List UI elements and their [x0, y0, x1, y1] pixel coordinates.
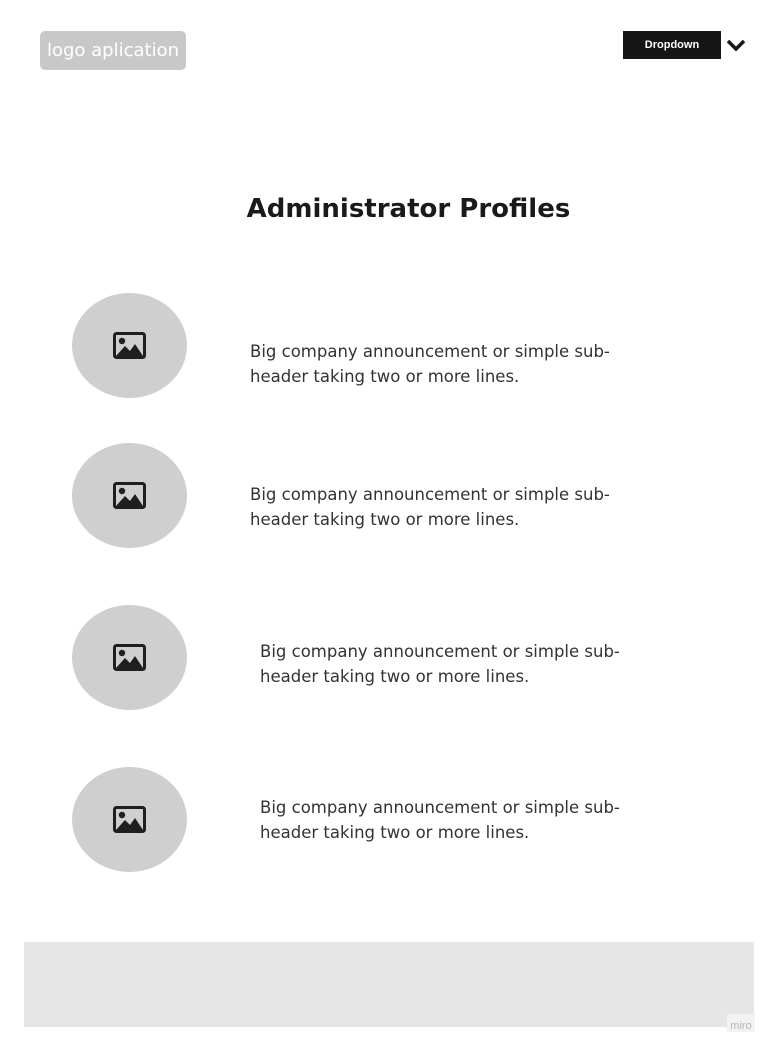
dropdown-button[interactable]: Dropdown: [623, 31, 721, 59]
profile-description: Big company announcement or simple sub-h…: [260, 642, 620, 686]
profile-avatar[interactable]: [72, 443, 187, 548]
logo[interactable]: logo aplication: [40, 31, 186, 70]
image-icon: [113, 332, 146, 359]
brand-watermark: miro: [727, 1014, 755, 1032]
profile-avatar[interactable]: [72, 767, 187, 872]
profile-avatar[interactable]: [72, 293, 187, 398]
page-title: Administrator Profiles: [246, 194, 571, 224]
image-icon: [113, 644, 146, 671]
image-icon: [113, 806, 146, 833]
profile-description: Big company announcement or simple sub-h…: [250, 342, 610, 386]
footer: [24, 942, 754, 1027]
profile-description: Big company announcement or simple sub-h…: [250, 485, 610, 529]
image-icon: [113, 482, 146, 509]
profile-description: Big company announcement or simple sub-h…: [260, 798, 620, 842]
chevron-down-icon[interactable]: [726, 38, 746, 52]
profile-avatar[interactable]: [72, 605, 187, 710]
